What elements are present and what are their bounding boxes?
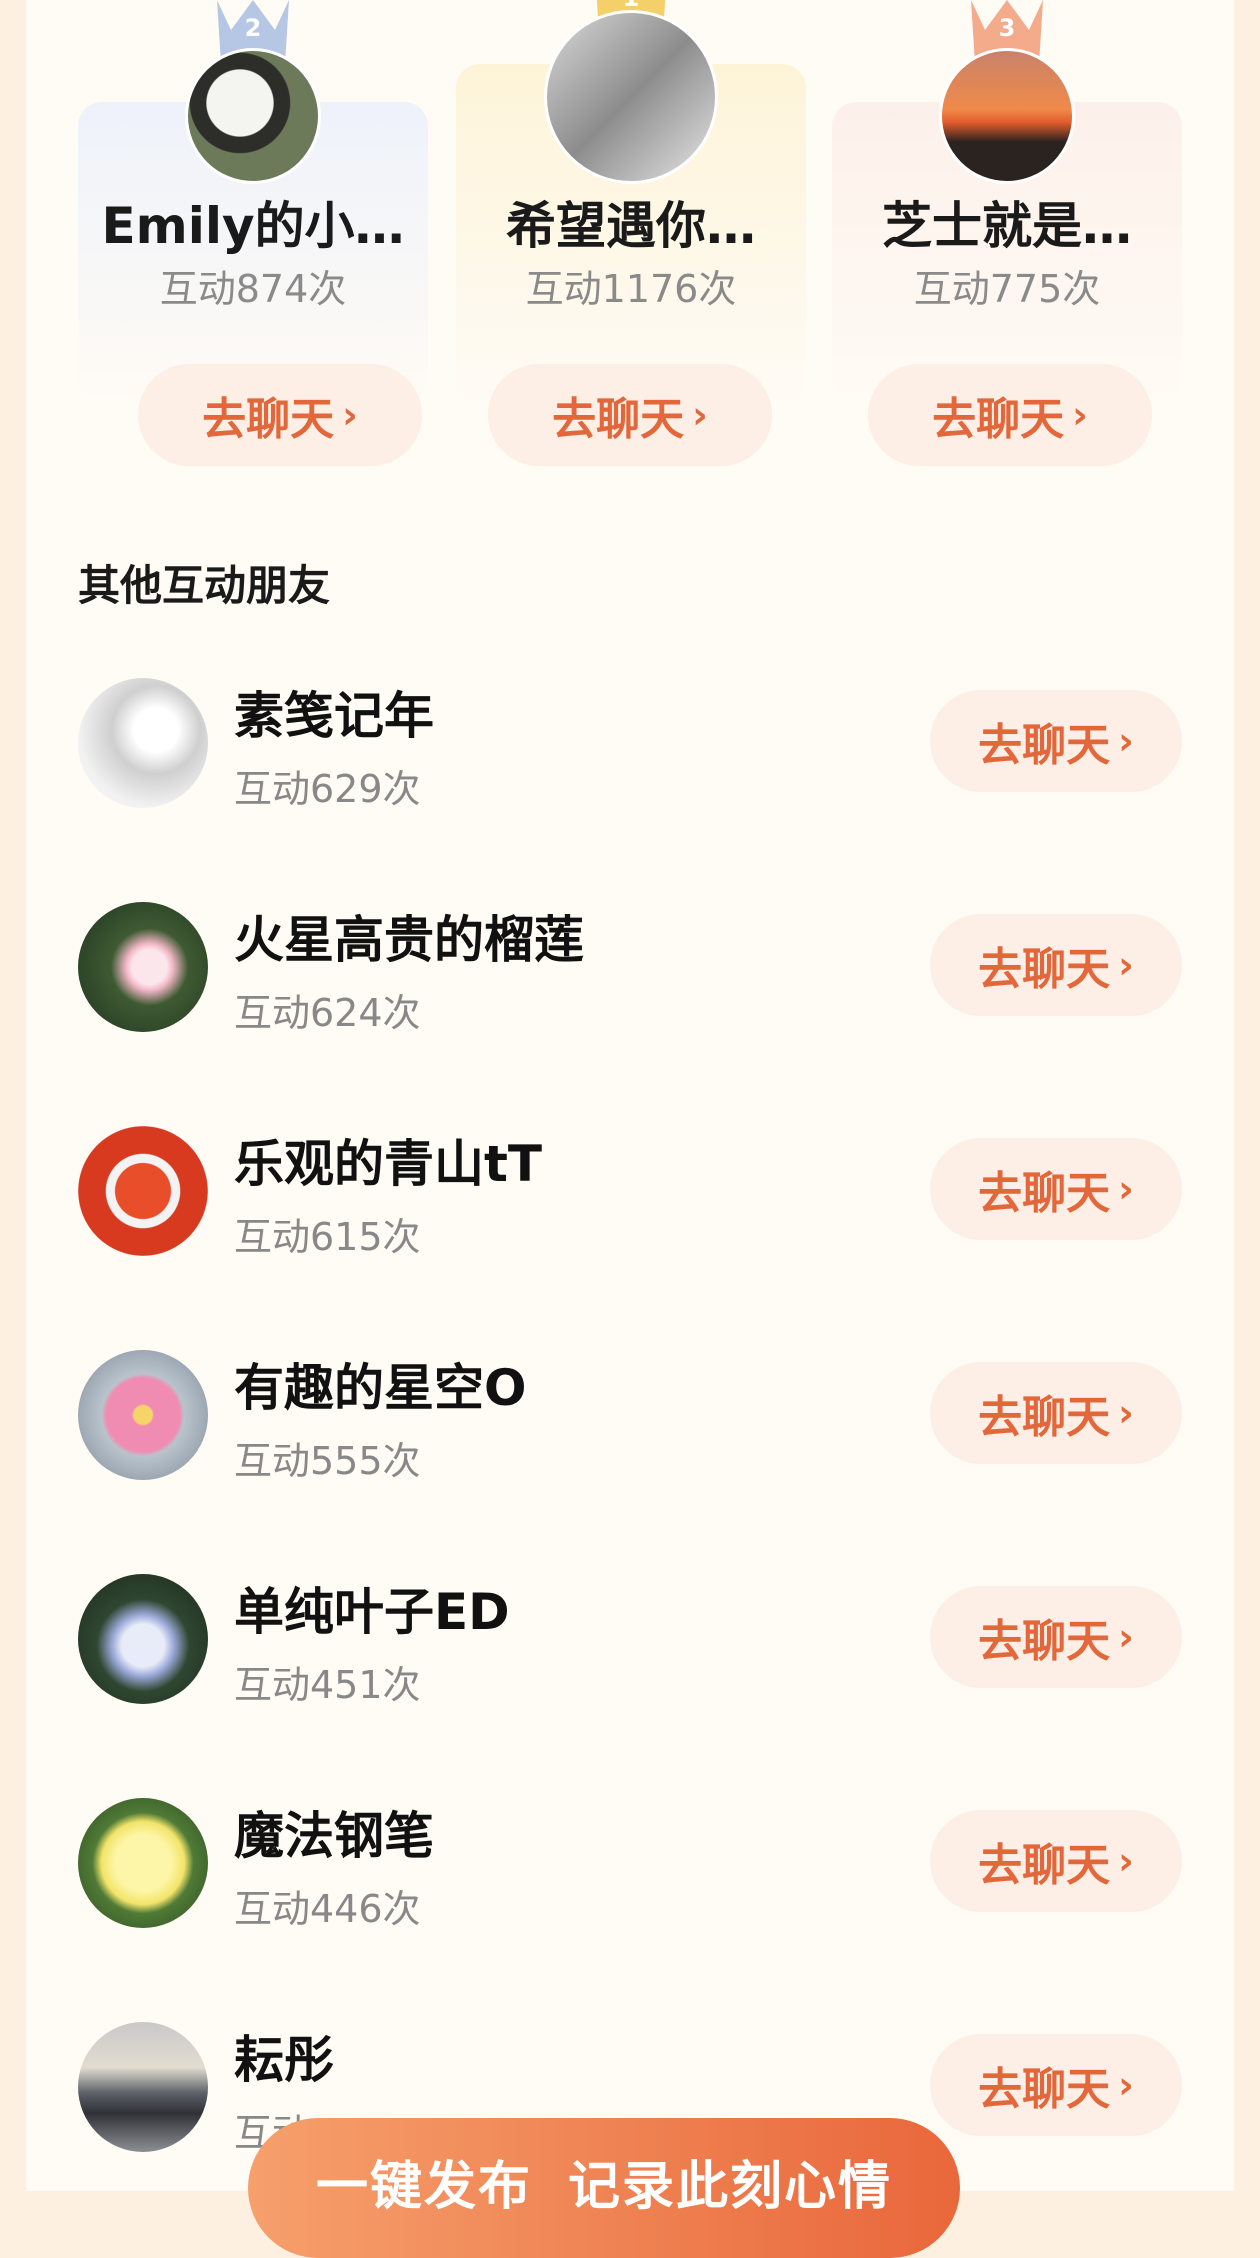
interaction-count: 互动874次 — [159, 267, 347, 311]
podium-name: 芝士就是… — [882, 197, 1132, 255]
go-chat-button[interactable]: 去聊天 › — [930, 2034, 1182, 2136]
avatar[interactable] — [939, 48, 1075, 184]
chevron-right-icon: › — [1118, 1839, 1134, 1883]
button-label: 去聊天 — [978, 944, 1111, 995]
list-item[interactable]: 素笺记年 互动629次 去聊天 › — [26, 676, 1234, 900]
interaction-count: 互动615次 — [234, 1215, 421, 1259]
avatar[interactable] — [78, 902, 208, 1032]
interaction-count: 互动451次 — [234, 1663, 421, 1707]
chevron-right-icon: › — [692, 393, 708, 437]
cta-label-right: 记录此刻心情 — [568, 2157, 893, 2217]
list-item[interactable]: 有趣的星空O 互动555次 去聊天 › — [26, 1348, 1234, 1572]
button-label: 去聊天 — [978, 2064, 1111, 2115]
go-chat-button[interactable]: 去聊天 › — [930, 1810, 1182, 1912]
friend-name: 素笺记年 — [234, 687, 434, 745]
go-chat-button[interactable]: 去聊天 › — [930, 1362, 1182, 1464]
chevron-right-icon: › — [342, 393, 358, 437]
interaction-count: 互动1176次 — [525, 267, 737, 311]
avatar[interactable] — [78, 1574, 208, 1704]
avatar[interactable] — [544, 10, 718, 184]
friend-name: 有趣的星空O — [234, 1359, 527, 1417]
rank-number: 3 — [998, 14, 1016, 42]
interaction-count: 互动555次 — [234, 1439, 421, 1483]
podium-rank-3: 3 芝士就是… 互动775次 去聊天 › — [832, 0, 1182, 480]
button-label: 去聊天 — [978, 1840, 1111, 1891]
friend-name: 单纯叶子ED — [234, 1583, 510, 1641]
podium-rank-2: 2 Emily的小… 互动874次 去聊天 › — [78, 0, 428, 480]
friend-name: 耘彤 — [234, 2031, 334, 2089]
button-label: 去聊天 — [978, 1392, 1111, 1443]
friend-name: 火星高贵的榴莲 — [234, 911, 584, 969]
button-label: 去聊天 — [552, 394, 685, 445]
button-label: 去聊天 — [978, 720, 1111, 771]
list-item[interactable]: 单纯叶子ED 互动451次 去聊天 › — [26, 1572, 1234, 1796]
chevron-right-icon: › — [1118, 1615, 1134, 1659]
avatar[interactable] — [78, 2022, 208, 2152]
avatar[interactable] — [78, 1126, 208, 1256]
go-chat-button[interactable]: 去聊天 › — [930, 1586, 1182, 1688]
avatar[interactable] — [78, 678, 208, 808]
avatar[interactable] — [185, 48, 321, 184]
button-label: 去聊天 — [978, 1168, 1111, 1219]
go-chat-button[interactable]: 去聊天 › — [868, 364, 1152, 466]
podium-rank-1: 1 希望遇你… 互动1176次 去聊天› — [456, 0, 806, 480]
go-chat-button[interactable]: 去聊天 › — [930, 690, 1182, 792]
interaction-count: 互动629次 — [234, 767, 421, 811]
avatar[interactable] — [78, 1798, 208, 1928]
chevron-right-icon: › — [1072, 393, 1088, 437]
friend-name: 乐观的青山tT — [234, 1135, 543, 1193]
friend-name: 魔法钢笔 — [234, 1807, 434, 1865]
go-chat-button[interactable]: 去聊天 › — [930, 914, 1182, 1016]
button-label: 去聊天 — [202, 394, 335, 445]
avatar[interactable] — [78, 1350, 208, 1480]
interaction-count: 互动446次 — [234, 1887, 421, 1931]
section-title: 其他互动朋友 — [78, 561, 331, 610]
rank-number: 2 — [244, 14, 262, 42]
interaction-count: 互动624次 — [234, 991, 421, 1035]
chevron-right-icon: › — [1118, 1391, 1134, 1435]
list-item[interactable]: 火星高贵的榴莲 互动624次 去聊天 › — [26, 900, 1234, 1124]
chevron-right-icon: › — [1118, 2063, 1134, 2107]
podium-name: 希望遇你… — [506, 197, 756, 255]
interaction-count: 互动775次 — [913, 267, 1101, 311]
list-item[interactable]: 魔法钢笔 互动446次 去聊天 › — [26, 1796, 1234, 2020]
chevron-right-icon: › — [1118, 719, 1134, 763]
go-chat-button[interactable]: 去聊天 › — [138, 364, 422, 466]
chevron-right-icon: › — [1118, 943, 1134, 987]
cta-label-left: 一键发布 — [315, 2157, 532, 2217]
list-item[interactable]: 乐观的青山tT 互动615次 去聊天 › — [26, 1124, 1234, 1348]
button-label: 去聊天 — [978, 1616, 1111, 1667]
publish-mood-button[interactable]: 一键发布 记录此刻心情 — [248, 2118, 960, 2258]
go-chat-button[interactable]: 去聊天 › — [930, 1138, 1182, 1240]
button-label: 去聊天 — [932, 394, 1065, 445]
podium-name: Emily的小… — [101, 197, 405, 255]
friends-ranking-card: 2 Emily的小… 互动874次 去聊天› 1 希望遇你… 互动1176次 去… — [26, 0, 1234, 2191]
chevron-right-icon: › — [1118, 1167, 1134, 1211]
go-chat-button[interactable]: 去聊天 › — [488, 364, 772, 466]
